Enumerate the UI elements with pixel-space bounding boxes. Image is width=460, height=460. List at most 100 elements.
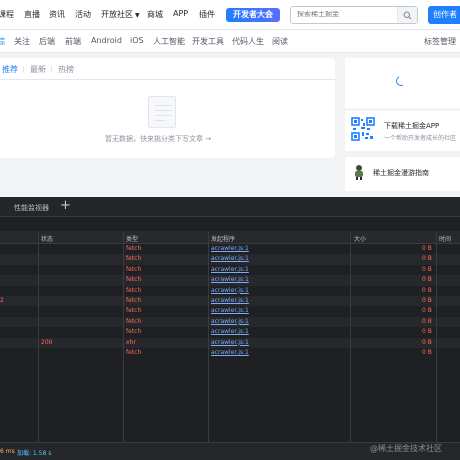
request-status-cell: 200: [41, 338, 53, 346]
category-android[interactable]: Android: [91, 36, 122, 45]
column-type[interactable]: 类型: [126, 234, 138, 243]
network-request-row[interactable]: fetch acrawler.js:1 0 B: [0, 254, 460, 265]
network-request-row[interactable]: fetch acrawler.js:1 0 B: [0, 316, 460, 328]
tab-hot[interactable]: 热榜: [58, 64, 74, 75]
category-backend[interactable]: 后端: [39, 36, 55, 47]
category-ai[interactable]: 人工智能: [153, 36, 185, 47]
category-active-partial[interactable]: 综: [0, 36, 5, 47]
nav-item-courses[interactable]: 课程: [0, 9, 14, 20]
guide-title: 稀土掘金漫游指南: [373, 169, 429, 177]
request-type-cell: fetch: [126, 286, 142, 294]
column-divider: [123, 231, 124, 442]
developer-conference-banner[interactable]: 开发者大会: [226, 8, 280, 22]
tag-management-link[interactable]: 标签管理: [424, 36, 456, 47]
nav-item-open-community-label: 开放社区: [101, 10, 133, 19]
request-initiator-link[interactable]: acrawler.js:1: [211, 348, 249, 358]
request-type-cell: fetch: [126, 348, 142, 356]
column-status[interactable]: 状态: [41, 234, 53, 243]
column-divider: [350, 231, 351, 442]
column-divider: [208, 231, 209, 442]
request-initiator-link[interactable]: acrawler.js:1: [211, 327, 249, 337]
category-frontend[interactable]: 前端: [65, 36, 81, 47]
request-initiator-link[interactable]: acrawler.js:1: [211, 286, 249, 296]
column-time[interactable]: 时间: [439, 234, 451, 243]
network-request-row[interactable]: fetch acrawler.js:1 0 B: [0, 306, 460, 317]
column-divider: [38, 231, 39, 442]
network-request-row[interactable]: fetch acrawler.js:1 0 B: [0, 275, 460, 286]
search-box: [290, 6, 418, 24]
nav-item-events[interactable]: 活动: [75, 9, 91, 20]
category-bar: 综 关注 后端 前端 Android iOS 人工智能 开发工具 代码人生 阅读…: [0, 30, 460, 53]
request-size-cell: 0 B: [422, 255, 432, 263]
request-initiator-link[interactable]: acrawler.js:1: [211, 338, 249, 348]
request-size-cell: 0 B: [422, 265, 432, 273]
nav-item-app[interactable]: APP: [173, 9, 188, 18]
qr-code-icon: [351, 117, 375, 141]
tab-divider: [51, 66, 52, 73]
network-request-row[interactable]: fetch acrawler.js:1 0 B: [0, 244, 460, 255]
tab-recommended[interactable]: 推荐: [2, 64, 18, 75]
category-code-life[interactable]: 代码人生: [232, 36, 264, 47]
category-dev-tools[interactable]: 开发工具: [192, 36, 224, 47]
network-request-row[interactable]: fetch acrawler.js:1 0 B: [0, 285, 460, 296]
nav-item-news[interactable]: 资讯: [49, 9, 65, 20]
nav-item-plugins[interactable]: 插件: [199, 9, 215, 20]
nav-item-live[interactable]: 直播: [24, 9, 40, 20]
tab-latest[interactable]: 最新: [30, 64, 46, 75]
empty-state-message: 暂无数据，快来挑分类下写文章 →: [105, 135, 212, 143]
top-navbar: 课程 直播 资讯 活动 开放社区▼ 商城 APP 插件 开发者大会 创作者: [0, 0, 460, 30]
article-feed: 推荐 最新 热榜 暂无数据，快来挑分类下写文章 →: [0, 58, 335, 158]
network-request-row[interactable]: fetch acrawler.js:1 0 B: [0, 327, 460, 338]
network-request-row[interactable]: fetch acrawler.js:1 0 B: [0, 264, 460, 276]
request-initiator-link[interactable]: acrawler.js:1: [211, 265, 249, 275]
request-size-cell: 0 B: [422, 328, 432, 336]
request-type-cell: fetch: [126, 245, 142, 252]
request-size-cell: 0 B: [422, 307, 432, 315]
request-initiator-link[interactable]: acrawler.js:1: [211, 317, 249, 327]
request-size-cell: 0 B: [422, 286, 432, 294]
request-initiator-link[interactable]: acrawler.js:1: [211, 275, 249, 285]
devtools-filter-area: [0, 217, 460, 228]
devtools-toolbar: 性能监视器 +: [0, 197, 460, 217]
request-initiator-link[interactable]: acrawler.js:1: [211, 296, 249, 306]
download-app-title: 下载稀土掘金APP: [384, 122, 440, 130]
nav-item-mall[interactable]: 商城: [147, 9, 163, 20]
request-initiator-link[interactable]: acrawler.js:1: [211, 254, 249, 264]
request-name-cell: 2: [0, 296, 4, 304]
request-type-cell: fetch: [126, 255, 142, 263]
tab-performance-monitor[interactable]: 性能监视器: [14, 203, 49, 213]
request-size-cell: 0 B: [422, 317, 432, 325]
request-type-cell: fetch: [126, 265, 142, 273]
chevron-down-icon: ▼: [135, 12, 140, 19]
network-table-body: fetch acrawler.js:1 0 B fetch acrawler.js:1 0…: [0, 244, 460, 359]
nav-item-open-community[interactable]: 开放社区 ▼: [101, 9, 140, 20]
request-initiator-link[interactable]: acrawler.js:1: [211, 306, 249, 316]
search-button[interactable]: [397, 7, 417, 23]
watermark: @稀土掘金技术社区: [370, 444, 442, 453]
feed-tabs: 推荐 最新 热榜: [0, 58, 335, 80]
add-tab-icon[interactable]: +: [60, 198, 71, 213]
tab-divider: [23, 66, 24, 73]
request-size-cell: 0 B: [422, 276, 432, 284]
column-size[interactable]: 大小: [354, 234, 366, 243]
category-follow[interactable]: 关注: [14, 36, 30, 47]
request-size-cell: 0 B: [422, 296, 432, 304]
request-size-cell: 0 B: [422, 245, 432, 252]
request-initiator-link[interactable]: acrawler.js:1: [211, 244, 249, 254]
load-time-text: 加载: 1.58 s: [17, 450, 52, 457]
network-request-row[interactable]: fetch acrawler.js:1 0 B: [0, 347, 460, 359]
category-ios[interactable]: iOS: [130, 36, 144, 45]
finish-time-text: 6 ms: [0, 448, 15, 455]
column-initiator[interactable]: 发起程序: [211, 234, 235, 243]
download-app-subtitle: 一个帮助开发者成长的社区: [384, 135, 457, 142]
network-request-row[interactable]: 2 fetch acrawler.js:1 0 B: [0, 295, 460, 307]
search-icon: [403, 11, 412, 19]
request-size-cell: 0 B: [422, 338, 432, 346]
network-table-header: 状态 类型 发起程序 大小 时间: [0, 231, 460, 244]
creator-center-button[interactable]: 创作者: [428, 6, 460, 24]
request-type-cell: fetch: [126, 296, 142, 304]
category-reading[interactable]: 阅读: [272, 36, 288, 47]
network-request-row[interactable]: 200 xhr acrawler.js:1 0 B: [0, 337, 460, 348]
search-input[interactable]: [297, 11, 397, 18]
guide-figure-icon: [351, 164, 367, 180]
